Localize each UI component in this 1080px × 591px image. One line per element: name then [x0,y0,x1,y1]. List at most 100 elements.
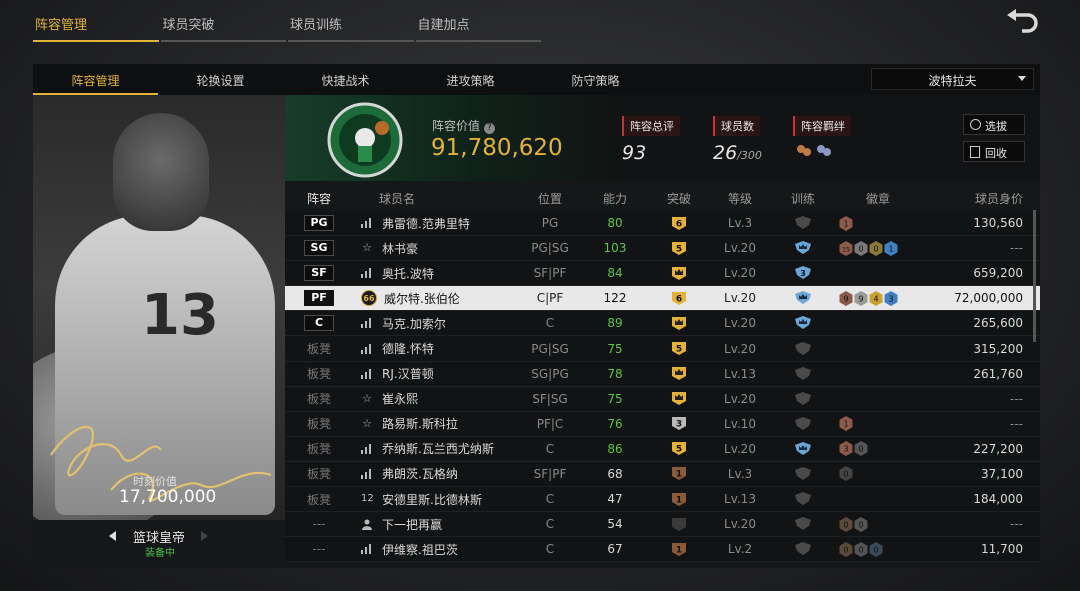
table-row[interactable]: PF 66 威尔特.张伯伦 C|PF 122 6 Lv.20 9 9 4 3 72,000,000 [285,286,1040,312]
training-crown-icon: 3 [795,266,811,280]
salary-cell: 265,600 [973,316,1023,331]
svg-text:0: 0 [843,545,848,554]
training-inactive-icon [795,391,811,405]
bond-label: 阵容羁绊 [793,116,851,136]
salary-cell: --- [1010,391,1023,406]
table-row[interactable]: 板凳 弗朗茨.瓦格纳 SF|PF 68 1 Lv.3 0 37,100 [285,461,1040,488]
name-cell[interactable]: 伊维察.祖巴茨 [353,541,517,558]
header-ability[interactable]: 能力 [583,181,647,211]
breakthrough-badge [672,517,686,531]
name-cell[interactable]: 奥托.波特 [353,265,517,282]
name-cell[interactable]: 马克.加索尔 [353,315,517,332]
table-header: 阵容 球员名 位置 能力 突破 等级 训练 徽章 球员身价 [285,181,1040,211]
table-row[interactable]: SG ☆ 林书豪 PG|SG 103 5 Lv.20 15 0 0 1 --- [285,236,1040,262]
team-select[interactable]: 波特拉夫 [871,68,1034,90]
breakthrough-badge: 5 [672,442,686,456]
salary-cell: 659,200 [973,266,1023,281]
table-row[interactable]: 板凳 ☆ 路易斯.斯科拉 PF|C 76 3 Lv.10 1 --- [285,411,1040,437]
scout-button[interactable]: 选拔 [963,114,1025,135]
subtab-rotation[interactable]: 轮换设置 [158,64,283,95]
slot-label: 板凳 [306,417,331,432]
name-cell[interactable]: 下一把再赢 [353,516,517,533]
header-breakthrough[interactable]: 突破 [647,181,711,211]
badge-hexagon-icon: 0 [869,240,883,256]
training-cell [769,391,837,406]
badges-cell: 30 [837,441,919,457]
training-crown-icon [795,241,811,255]
subtab-offense[interactable]: 进攻策略 [408,64,533,95]
level-cell: Lv.2 [727,542,753,557]
salary-cell: 37,100 [981,466,1023,481]
name-cell[interactable]: 弗雷德.范弗里特 [353,215,517,232]
name-cell[interactable]: RJ.汉普顿 [353,365,517,382]
signal-bars-icon [361,268,371,279]
tab-player-breakthrough[interactable]: 球员突破 [160,8,286,42]
table-row[interactable]: 板凳 德隆.怀特 PG|SG 75 5 Lv.20 315,200 [285,336,1040,362]
recycle-button[interactable]: 回收 [963,141,1025,162]
training-cell [769,291,837,305]
tab-lineup-management[interactable]: 阵容管理 [33,8,159,42]
table-row[interactable]: --- 下一把再赢 C 54 Lv.20 0 0 --- [285,512,1040,538]
signal-bars-icon [361,218,371,229]
signal-bars-icon [361,544,371,555]
header-position[interactable]: 位置 [517,181,583,211]
table-row[interactable]: 板凳 乔纳斯.瓦兰西尤纳斯 C 86 5 Lv.20 3 0 227,200 [285,436,1040,462]
header-training[interactable]: 训练 [769,181,837,211]
table-row[interactable]: 板凳 RJ.汉普顿 SG|PG 78 Lv.13 261,760 [285,361,1040,387]
players-stat: 球员数 26/300 [713,115,762,164]
level-cell: Lv.20 [724,441,756,456]
header-level[interactable]: 等级 [711,181,769,211]
arrow-left-icon[interactable] [109,531,116,541]
slot-cell: 板凳 [285,415,353,432]
level-cell: Lv.20 [724,517,756,532]
badge-hexagon-icon: 0 [869,541,883,557]
slot-label: 板凳 [306,467,331,482]
roster-table: 阵容 球员名 位置 能力 突破 等级 训练 徽章 球员身价 PG 弗雷德.范弗里特… [285,181,1040,568]
badge-hexagon-icon: 1 [884,240,898,256]
header-name[interactable]: 球员名 [353,181,517,211]
table-row[interactable]: 板凳 12 安德里斯.比德林斯 C 47 1 Lv.13 184,000 [285,487,1040,513]
salary-cell: 72,000,000 [954,291,1023,306]
svg-text:0: 0 [858,445,863,454]
table-row[interactable]: 板凳 ☆ 崔永熙 SF|SG 75 Lv.20 --- [285,386,1040,412]
user-icon [362,519,372,531]
salary-cell: 184,000 [973,492,1023,507]
table-row[interactable]: --- 伊维察.祖巴茨 C 67 1 Lv.2 0 0 0 11,700 [285,537,1040,563]
name-cell[interactable]: 12 安德里斯.比德林斯 [353,491,517,508]
header-pos[interactable]: 阵容 [285,181,353,211]
badge-hexagon-icon: 9 [839,290,853,306]
name-cell[interactable]: 乔纳斯.瓦兰西尤纳斯 [353,440,517,457]
name-cell[interactable]: ☆ 崔永熙 [353,390,517,407]
name-cell[interactable]: 66 威尔特.张伯伦 [353,290,517,307]
svg-text:0: 0 [873,244,878,253]
name-cell[interactable]: ☆ 路易斯.斯科拉 [353,415,517,432]
header-badges[interactable]: 徽章 [837,181,919,211]
back-icon[interactable] [1004,9,1040,35]
arrow-right-icon[interactable] [201,531,208,541]
training-crown-icon [795,316,811,330]
level-cell: Lv.3 [727,216,753,231]
header-salary[interactable]: 球员身价 [919,181,1040,211]
table-row[interactable]: C 马克.加索尔 C 89 Lv.20 265,600 [285,311,1040,337]
name-cell[interactable]: 弗朗茨.瓦格纳 [353,465,517,482]
subtab-quick-tactics[interactable]: 快捷战术 [283,64,408,95]
slot-badge: C [304,315,334,332]
scrollbar[interactable] [1033,210,1036,342]
tab-custom-points[interactable]: 自建加点 [415,8,541,42]
help-icon[interactable]: ? [483,123,495,134]
svg-text:1: 1 [888,244,893,253]
crown-icon [672,266,686,280]
breakthrough-cell: 1 [647,466,711,481]
subtab-lineup[interactable]: 阵容管理 [33,64,158,95]
name-cell[interactable]: ☆ 林书豪 [353,240,517,257]
bond-icons[interactable] [793,142,851,165]
badges-cell: 15 0 0 1 [837,240,919,256]
table-row[interactable]: SF 奥托.波特 SF|PF 84 Lv.20 3 659,200 [285,261,1040,287]
player-card[interactable]: 13 时刻价值 17,700,000 篮球皇帝 装备中 [33,95,285,568]
subtab-defense[interactable]: 防守策略 [533,64,658,95]
ability-cell: 67 [607,542,623,557]
name-cell[interactable]: 德隆.怀特 [353,340,517,357]
tab-player-training[interactable]: 球员训练 [288,8,414,42]
player-name: 伊维察.祖巴茨 [382,542,458,557]
table-row[interactable]: PG 弗雷德.范弗里特 PG 80 6 Lv.3 1 130,560 [285,211,1040,237]
